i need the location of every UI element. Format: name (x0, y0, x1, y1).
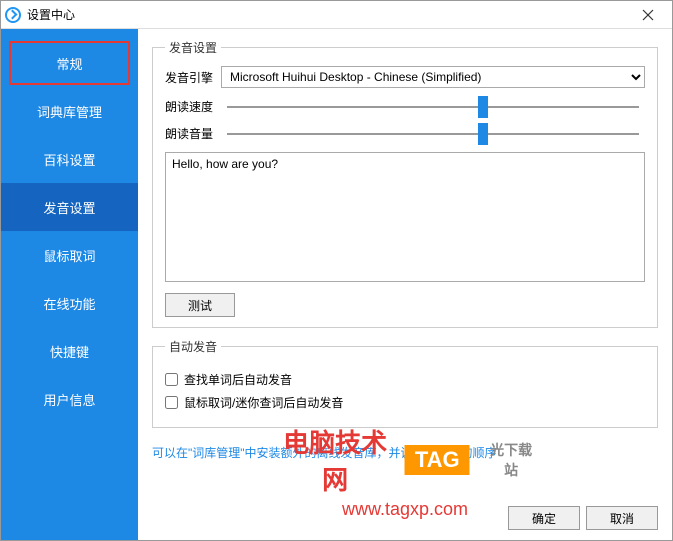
sidebar-item-label: 百科设置 (43, 150, 95, 169)
ok-button[interactable]: 确定 (508, 506, 580, 530)
sidebar-item-label: 在线功能 (43, 294, 95, 313)
auto-lookup-checkbox[interactable] (165, 373, 178, 386)
window-body: 常规 词典库管理 百科设置 发音设置 鼠标取词 在线功能 快捷键 用户信息 发音… (1, 29, 672, 540)
engine-label: 发音引擎 (165, 69, 221, 86)
sidebar-item-label: 鼠标取词 (43, 246, 95, 265)
footer-buttons: 确定 取消 (508, 506, 658, 530)
sidebar-item-voice[interactable]: 发音设置 (1, 183, 138, 231)
volume-row: 朗读音量 (165, 125, 645, 142)
speed-label: 朗读速度 (165, 98, 221, 115)
sidebar-item-dictionary[interactable]: 词典库管理 (1, 87, 138, 135)
test-button[interactable]: 测试 (165, 293, 235, 317)
settings-window: 设置中心 常规 词典库管理 百科设置 发音设置 鼠标取词 在线功能 快捷键 用户… (0, 0, 673, 541)
voice-group-title: 发音设置 (165, 39, 221, 56)
auto-lookup-row: 查找单词后自动发音 (165, 371, 645, 388)
engine-row: 发音引擎 Microsoft Huihui Desktop - Chinese … (165, 66, 645, 88)
auto-voice-group: 自动发音 查找单词后自动发音 鼠标取词/迷你查词后自动发音 (152, 338, 658, 428)
sidebar-item-shortcuts[interactable]: 快捷键 (1, 327, 138, 375)
sidebar-item-mouse[interactable]: 鼠标取词 (1, 231, 138, 279)
test-textarea[interactable] (165, 152, 645, 282)
hint-text: 可以在"词库管理"中安装额外的离线发音库，并调整发音库的顺序 (152, 444, 658, 461)
window-title: 设置中心 (27, 6, 628, 23)
volume-slider-thumb[interactable] (478, 123, 488, 145)
volume-slider-track[interactable] (227, 133, 639, 135)
close-button[interactable] (628, 2, 668, 28)
speed-slider-thumb[interactable] (478, 96, 488, 118)
app-icon (5, 7, 21, 23)
sidebar-item-general[interactable]: 常规 (9, 41, 130, 85)
watermark-url: www.tagxp.com (272, 499, 539, 520)
titlebar: 设置中心 (1, 1, 672, 29)
watermark: 电脑技术网 TAG 光下载站 www.tagxp.com (272, 423, 539, 520)
auto-voice-title: 自动发音 (165, 338, 221, 355)
auto-mouse-label: 鼠标取词/迷你查词后自动发音 (184, 394, 343, 411)
sidebar-item-label: 快捷键 (50, 342, 89, 361)
cancel-button[interactable]: 取消 (586, 506, 658, 530)
auto-mouse-row: 鼠标取词/迷你查词后自动发音 (165, 394, 645, 411)
close-icon (642, 9, 654, 21)
sidebar-item-label: 词典库管理 (37, 102, 102, 121)
sidebar-item-label: 常规 (56, 54, 82, 73)
auto-mouse-checkbox[interactable] (165, 396, 178, 409)
speed-slider-track[interactable] (227, 106, 639, 108)
engine-select[interactable]: Microsoft Huihui Desktop - Chinese (Simp… (221, 66, 645, 88)
voice-settings-group: 发音设置 发音引擎 Microsoft Huihui Desktop - Chi… (152, 39, 658, 328)
sidebar-item-label: 发音设置 (43, 198, 95, 217)
volume-label: 朗读音量 (165, 125, 221, 142)
content-panel: 发音设置 发音引擎 Microsoft Huihui Desktop - Chi… (138, 29, 672, 540)
speed-row: 朗读速度 (165, 98, 645, 115)
sidebar-item-encyclopedia[interactable]: 百科设置 (1, 135, 138, 183)
sidebar: 常规 词典库管理 百科设置 发音设置 鼠标取词 在线功能 快捷键 用户信息 (1, 29, 138, 540)
sidebar-item-online[interactable]: 在线功能 (1, 279, 138, 327)
sidebar-item-user[interactable]: 用户信息 (1, 375, 138, 423)
sidebar-item-label: 用户信息 (43, 390, 95, 409)
auto-lookup-label: 查找单词后自动发音 (184, 371, 292, 388)
